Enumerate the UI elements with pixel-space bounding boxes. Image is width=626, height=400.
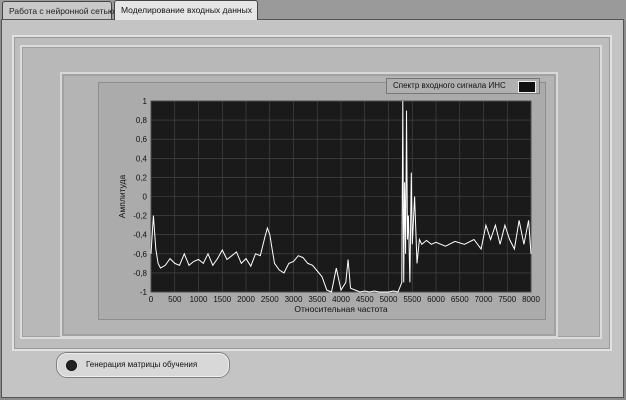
x-tick-label: 7000	[475, 295, 493, 304]
y-axis-label: Амплитуда	[117, 174, 127, 218]
x-tick-label: 8000	[522, 295, 540, 304]
x-tick-label: 3500	[308, 295, 326, 304]
x-tick-label: 5000	[380, 295, 398, 304]
x-tick-label: 5500	[403, 295, 421, 304]
x-tick-label: 7500	[498, 295, 516, 304]
spectrum-chart: 0 500 1000 1500 2000 2500 3000 3500 4000 4500 5000…	[117, 97, 540, 314]
y-tick-label: 0,8	[136, 116, 148, 125]
y-tick-label: -0,6	[133, 250, 147, 259]
x-tick-label: 4500	[356, 295, 374, 304]
y-tick-label: -0,4	[133, 231, 147, 240]
x-tick-label: 1000	[190, 295, 208, 304]
y-tick-label: 0,6	[136, 135, 148, 144]
button-label: Генерация матрицы обучения	[86, 360, 198, 369]
generate-training-matrix-button[interactable]: Генерация матрицы обучения	[57, 353, 229, 377]
y-tick-label: -1	[140, 288, 148, 297]
y-tick-label: 0,4	[136, 154, 148, 163]
legend-line-swatch-icon	[518, 81, 536, 93]
x-tick-label: 500	[168, 295, 182, 304]
x-tick-label: 0	[149, 295, 154, 304]
x-tick-label: 2000	[237, 295, 255, 304]
x-tick-label: 1500	[213, 295, 231, 304]
y-tick-label: -0,8	[133, 269, 147, 278]
y-tick-label: -0,2	[133, 212, 147, 221]
x-tick-label: 6000	[427, 295, 445, 304]
y-tick-label: 0	[143, 193, 148, 202]
x-axis-label: Относительная частота	[294, 304, 387, 314]
x-tick-label: 6500	[451, 295, 469, 304]
x-tick-label: 3000	[285, 295, 303, 304]
chart-legend[interactable]: Спектр входного сигнала ИНС	[386, 78, 540, 94]
x-tick-label: 4000	[332, 295, 350, 304]
legend-label: Спектр входного сигнала ИНС	[393, 81, 506, 90]
y-tick-label: 0,2	[136, 173, 148, 182]
tab-input-modeling[interactable]: Моделирование входных данных	[114, 0, 258, 20]
led-indicator-icon	[66, 360, 77, 371]
x-tick-label: 2500	[261, 295, 279, 304]
y-tick-label: 1	[143, 97, 148, 106]
